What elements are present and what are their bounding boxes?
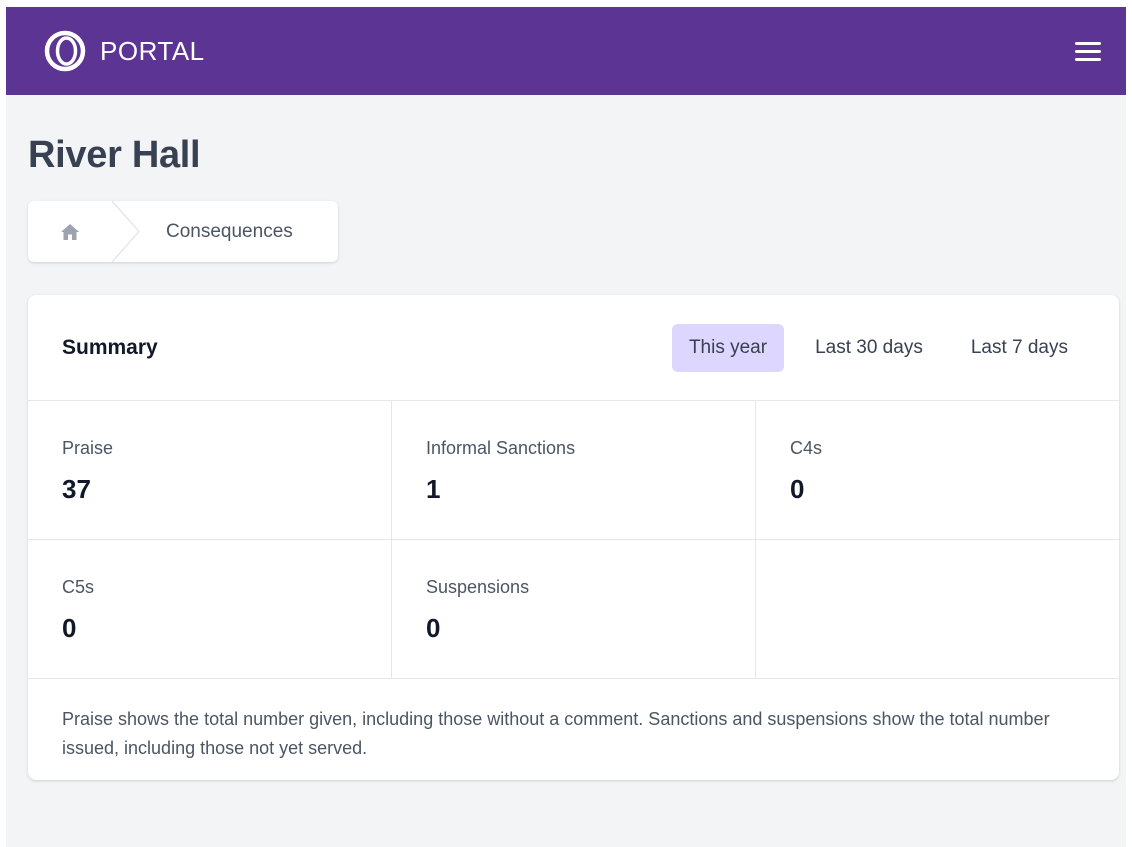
tab-last-30-days[interactable]: Last 30 days	[798, 324, 940, 372]
breadcrumb-home[interactable]	[28, 201, 120, 262]
stat-label: Suspensions	[426, 577, 530, 597]
stat-value: 1	[426, 474, 441, 504]
menu-button[interactable]	[1070, 33, 1106, 69]
brand-name: PORTAL	[100, 35, 205, 66]
stat-suspensions: Suspensions 0	[392, 540, 756, 679]
summary-card: Summary This year Last 30 days Last 7 da…	[28, 295, 1119, 780]
page-title: River Hall	[28, 134, 201, 176]
home-icon	[61, 223, 79, 240]
app-frame: PORTAL River Hall Consequences Summary T…	[6, 7, 1126, 847]
stat-value: 0	[62, 613, 77, 643]
stat-value: 0	[426, 613, 441, 643]
stat-informal-sanctions: Informal Sanctions 1	[392, 401, 756, 540]
summary-footnote: Praise shows the total number given, inc…	[62, 709, 1050, 758]
stat-value: 0	[790, 474, 805, 504]
top-nav-bar: PORTAL	[6, 7, 1126, 95]
portal-logo-icon	[44, 30, 86, 72]
hamburger-icon-line	[1075, 57, 1101, 61]
stat-c4s: C4s 0	[756, 401, 1119, 540]
stat-value: 37	[62, 474, 91, 504]
summary-header: Summary This year Last 30 days Last 7 da…	[28, 295, 1119, 401]
stat-c5s: C5s 0	[28, 540, 392, 679]
stat-label: C4s	[790, 438, 823, 458]
summary-title: Summary	[62, 335, 158, 359]
hamburger-icon-line	[1075, 49, 1101, 53]
tab-this-year[interactable]: This year	[671, 323, 785, 372]
stat-praise: Praise 37	[28, 401, 392, 540]
tab-last-7-days[interactable]: Last 7 days	[954, 324, 1085, 372]
stat-label: C5s	[62, 577, 95, 597]
stat-empty-cell	[756, 540, 1119, 679]
breadcrumb-separator	[112, 201, 140, 262]
brand[interactable]: PORTAL	[44, 30, 205, 72]
breadcrumb: Consequences	[28, 201, 338, 262]
stat-label: Praise	[62, 438, 114, 458]
stat-label: Informal Sanctions	[426, 438, 576, 458]
period-tabs: This year Last 30 days Last 7 days	[671, 323, 1085, 372]
breadcrumb-item-consequences[interactable]: Consequences	[166, 221, 293, 243]
hamburger-icon-line	[1075, 41, 1101, 45]
stats-grid: Praise 37 Informal Sanctions 1 C4s 0 C5s…	[28, 401, 1119, 679]
